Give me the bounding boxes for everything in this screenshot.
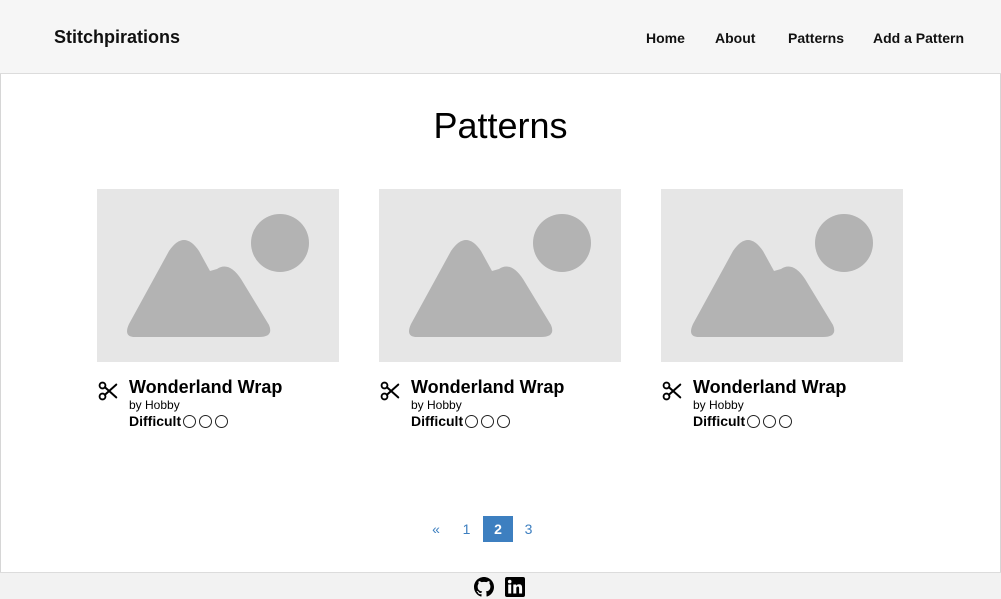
difficulty-circle-icon	[199, 414, 213, 428]
pattern-info: Wonderland Wrap by Hobby Difficult	[97, 362, 339, 432]
pattern-image-placeholder[interactable]	[97, 189, 339, 362]
pagination-prev[interactable]: «	[425, 516, 447, 542]
pattern-card[interactable]: Wonderland Wrap by Hobby Difficult	[97, 189, 339, 432]
image-placeholder-icon	[691, 214, 873, 337]
scissors-icon	[380, 381, 400, 401]
nav-home-link[interactable]: Home	[646, 30, 685, 46]
difficulty-row: Difficult	[411, 413, 511, 429]
pattern-image-placeholder[interactable]	[661, 189, 903, 362]
difficulty-circle-icon	[183, 414, 197, 428]
difficulty-circle-icon	[497, 414, 511, 428]
pattern-card[interactable]: Wonderland Wrap by Hobby Difficult	[661, 189, 903, 432]
scissors-icon	[98, 381, 118, 401]
image-placeholder-icon	[409, 214, 591, 337]
difficulty-circle-icon	[481, 414, 495, 428]
nav-patterns-link[interactable]: Patterns	[788, 30, 844, 46]
difficulty-rating	[465, 414, 511, 428]
pattern-author: by Hobby	[693, 398, 744, 412]
linkedin-icon[interactable]	[505, 577, 525, 597]
pagination-page-2[interactable]: 2	[483, 516, 513, 542]
difficulty-rating	[183, 414, 229, 428]
page-title: Patterns	[433, 105, 568, 146]
github-icon[interactable]	[474, 577, 494, 597]
scissors-icon	[662, 381, 682, 401]
difficulty-label: Difficult	[411, 413, 464, 429]
pattern-author: by Hobby	[411, 398, 462, 412]
pattern-title[interactable]: Wonderland Wrap	[693, 377, 846, 398]
pattern-card[interactable]: Wonderland Wrap by Hobby Difficult	[379, 189, 621, 432]
difficulty-rating	[747, 414, 793, 428]
navbar: Stitchpirations Home About Patterns Add …	[0, 0, 1001, 74]
pagination-page-1[interactable]: 1	[453, 516, 480, 542]
difficulty-row: Difficult	[129, 413, 229, 429]
brand-link[interactable]: Stitchpirations	[54, 27, 180, 48]
pattern-info: Wonderland Wrap by Hobby Difficult	[661, 362, 903, 432]
difficulty-circle-icon	[215, 414, 229, 428]
nav-about-link[interactable]: About	[715, 30, 755, 46]
difficulty-circle-icon	[779, 414, 793, 428]
nav-add-pattern-link[interactable]: Add a Pattern	[873, 30, 964, 46]
difficulty-circle-icon	[763, 414, 777, 428]
image-placeholder-icon	[127, 214, 309, 337]
pagination: « 1 2 3	[0, 516, 1001, 542]
difficulty-circle-icon	[465, 414, 479, 428]
pagination-page-3[interactable]: 3	[515, 516, 542, 542]
difficulty-circle-icon	[747, 414, 761, 428]
pattern-image-placeholder[interactable]	[379, 189, 621, 362]
pattern-author: by Hobby	[129, 398, 180, 412]
pattern-title[interactable]: Wonderland Wrap	[411, 377, 564, 398]
difficulty-label: Difficult	[693, 413, 746, 429]
difficulty-label: Difficult	[129, 413, 182, 429]
pattern-title[interactable]: Wonderland Wrap	[129, 377, 282, 398]
pattern-info: Wonderland Wrap by Hobby Difficult	[379, 362, 621, 432]
footer	[0, 572, 1001, 599]
difficulty-row: Difficult	[693, 413, 793, 429]
